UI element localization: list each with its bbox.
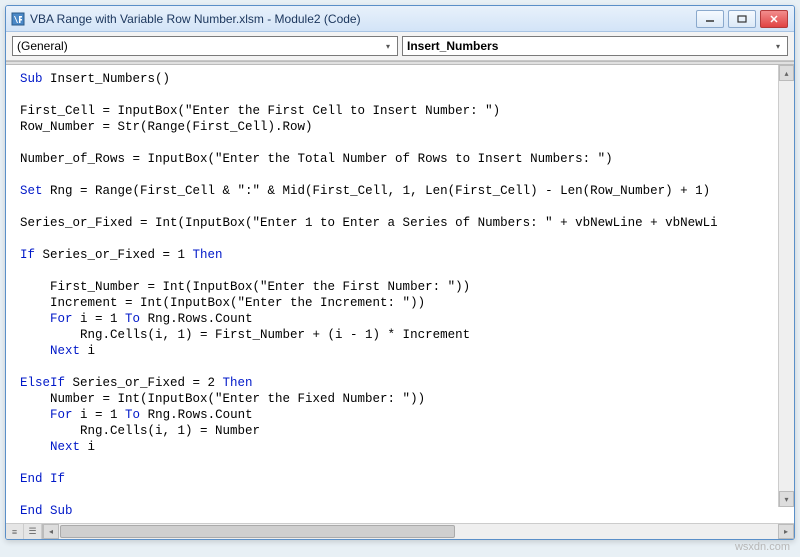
window-controls (696, 10, 788, 28)
chevron-down-icon: ▾ (381, 38, 395, 54)
maximize-button[interactable] (728, 10, 756, 28)
procedure-dropdown-value: Insert_Numbers (407, 39, 498, 53)
chevron-down-icon: ▾ (771, 38, 785, 54)
vertical-scrollbar[interactable]: ▴ ▾ (778, 65, 794, 507)
object-dropdown[interactable]: (General) ▾ (12, 36, 398, 56)
full-module-view-button[interactable]: ☰ (24, 524, 42, 539)
scroll-right-button[interactable]: ▸ (778, 524, 794, 539)
close-button[interactable] (760, 10, 788, 28)
scroll-down-button[interactable]: ▾ (779, 491, 794, 507)
code-editor[interactable]: Sub Insert_Numbers() First_Cell = InputB… (6, 65, 794, 523)
code-text[interactable]: Sub Insert_Numbers() First_Cell = InputB… (6, 65, 794, 523)
horizontal-scrollbar[interactable]: ◂ ▸ (43, 524, 794, 539)
scroll-up-button[interactable]: ▴ (779, 65, 794, 81)
titlebar[interactable]: VBA Range with Variable Row Number.xlsm … (6, 6, 794, 32)
procedure-view-button[interactable]: ≡ (6, 524, 24, 539)
code-window: VBA Range with Variable Row Number.xlsm … (5, 5, 795, 540)
object-dropdown-value: (General) (17, 39, 68, 53)
scroll-track[interactable] (59, 524, 778, 539)
watermark-text: wsxdn.com (735, 541, 790, 553)
scroll-thumb[interactable] (60, 525, 455, 538)
scroll-left-button[interactable]: ◂ (43, 524, 59, 539)
dropdown-bar: (General) ▾ Insert_Numbers ▾ (6, 32, 794, 61)
footer-bar: ≡ ☰ ◂ ▸ (6, 523, 794, 539)
minimize-button[interactable] (696, 10, 724, 28)
procedure-dropdown[interactable]: Insert_Numbers ▾ (402, 36, 788, 56)
view-mode-buttons: ≡ ☰ (6, 524, 43, 539)
window-title: VBA Range with Variable Row Number.xlsm … (30, 12, 696, 26)
vba-icon (10, 11, 26, 27)
